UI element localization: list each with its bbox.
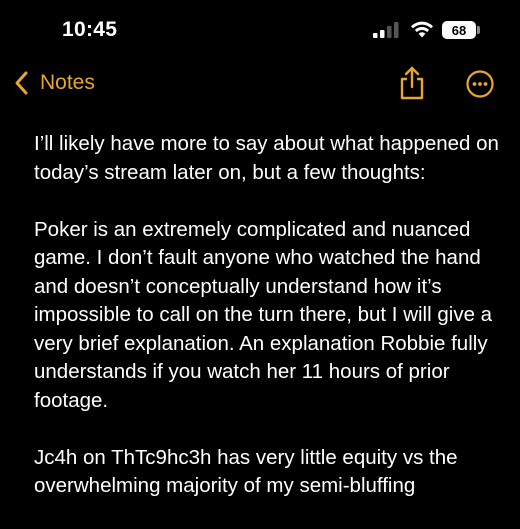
navigation-bar: Notes <box>0 62 520 106</box>
note-paragraph: Jc4h on ThTc9hc3h has very little equity… <box>34 445 458 498</box>
chevron-left-icon <box>15 71 28 95</box>
back-label: Notes <box>40 71 95 94</box>
note-body[interactable]: I’ll likely have more to say about what … <box>34 130 504 529</box>
more-icon[interactable] <box>466 70 494 98</box>
battery-icon: 68 <box>442 21 476 39</box>
cellular-signal-icon <box>373 22 399 38</box>
status-time: 10:45 <box>62 18 118 41</box>
battery-tip <box>477 26 480 34</box>
wifi-icon <box>411 21 433 38</box>
share-icon[interactable] <box>398 66 426 100</box>
back-button[interactable]: Notes <box>14 70 95 96</box>
battery-level: 68 <box>451 22 467 38</box>
note-paragraph: I’ll likely have more to say about what … <box>34 132 499 184</box>
status-bar: 10:45 68 <box>0 0 520 60</box>
note-paragraph: Poker is an extremely complicated and nu… <box>34 217 493 412</box>
